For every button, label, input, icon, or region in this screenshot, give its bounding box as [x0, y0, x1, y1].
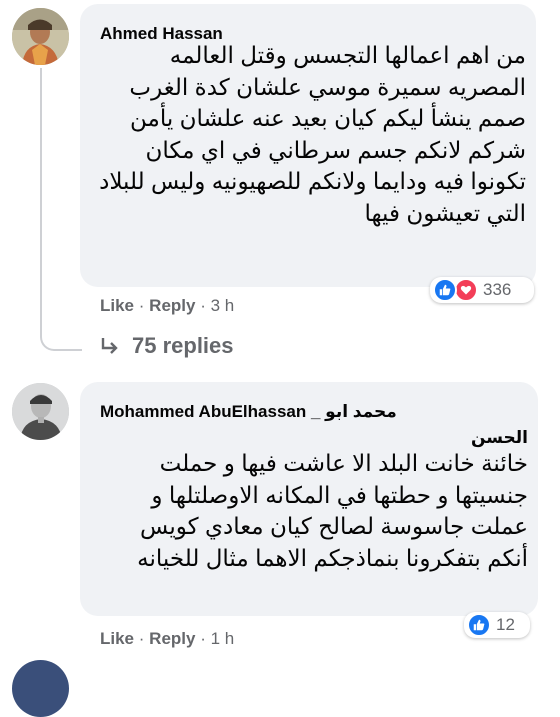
reaction-summary[interactable]: 336	[430, 277, 534, 303]
avatar[interactable]	[12, 8, 69, 65]
reply-link[interactable]: Reply	[149, 296, 195, 315]
reaction-count: 12	[496, 615, 515, 634]
comment-author-continued[interactable]: الحسن	[471, 428, 528, 448]
reaction-summary[interactable]: 12	[464, 612, 530, 638]
reaction-count: 336	[483, 280, 512, 299]
like-icon	[467, 613, 491, 637]
separator: ·	[138, 296, 145, 315]
comment-author[interactable]: Mohammed AbuElhassan _ محمد ابو	[100, 402, 397, 422]
comment-text: من اهم اعمالها التجسس وقتل العالمه المصر…	[99, 42, 526, 226]
view-replies-button[interactable]: 75 replies	[100, 333, 234, 359]
timestamp[interactable]: 3 h	[211, 296, 235, 315]
reply-arrow-icon	[101, 338, 118, 354]
replies-count-label[interactable]: 75 replies	[132, 333, 234, 359]
reply-link[interactable]: Reply	[149, 629, 195, 648]
comment-actions: Like · Reply · 1 h	[100, 629, 234, 649]
comment-text: خائنة خانت البلد الا عاشت فيها و حملت جن…	[137, 450, 528, 571]
like-icon	[433, 278, 457, 302]
separator: ·	[200, 296, 206, 315]
avatar[interactable]	[12, 383, 69, 440]
reply-thread-line	[40, 68, 82, 351]
like-link[interactable]: Like	[100, 296, 134, 315]
like-link[interactable]: Like	[100, 629, 134, 648]
comment-actions: Like · Reply · 3 h	[100, 296, 234, 316]
separator: ·	[200, 629, 206, 648]
timestamp[interactable]: 1 h	[211, 629, 235, 648]
separator: ·	[138, 629, 145, 648]
love-icon	[454, 278, 478, 302]
